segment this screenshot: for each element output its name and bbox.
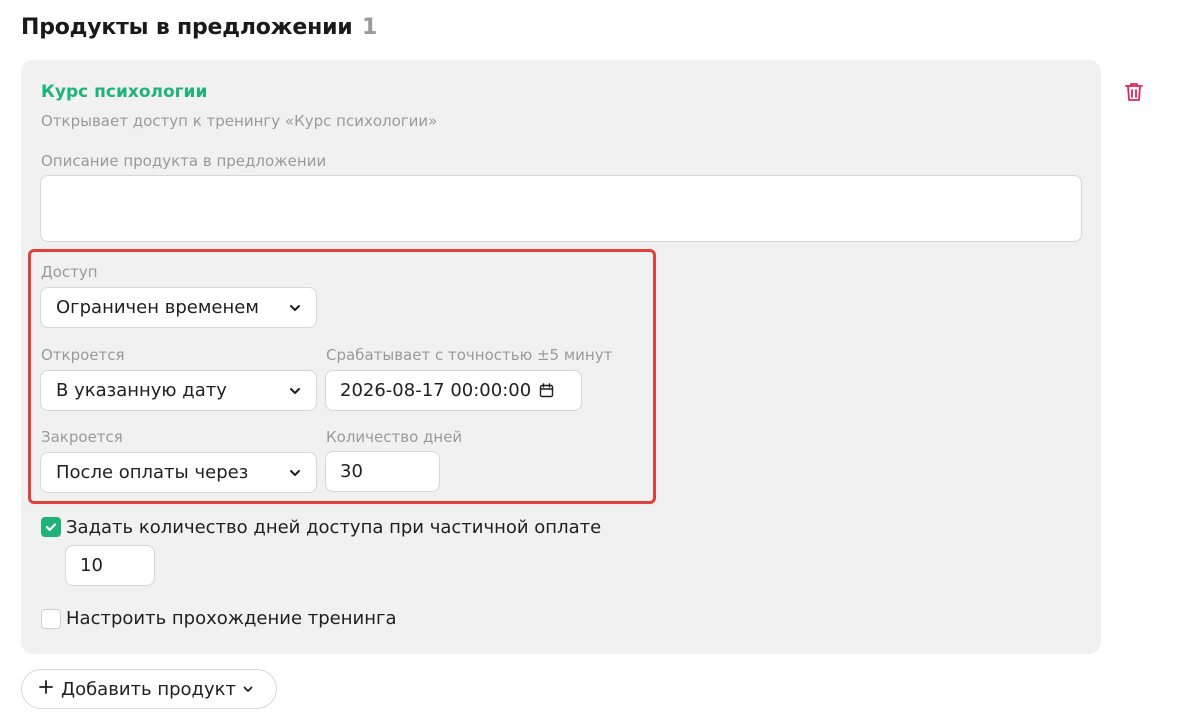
open-date-value: 2026-08-17 00:00:00: [340, 380, 532, 401]
days-label: Количество дней: [326, 428, 463, 446]
check-icon: [45, 523, 57, 531]
trash-icon: [1125, 83, 1143, 101]
product-count: 1: [361, 15, 378, 40]
training-settings-label[interactable]: Настроить прохождение тренинга: [66, 608, 396, 629]
opens-label: Откроется: [41, 346, 125, 364]
opens-select-value: В указанную дату: [56, 380, 227, 401]
closes-select[interactable]: После оплаты через: [40, 452, 317, 493]
partial-payment-label[interactable]: Задать количество дней доступа при части…: [66, 517, 601, 538]
product-name[interactable]: Курс психологии: [41, 82, 207, 102]
delete-product-button[interactable]: [1124, 81, 1144, 103]
plus-icon: [38, 678, 54, 700]
description-textarea[interactable]: [40, 175, 1082, 242]
section-title-text: Продукты в предложении: [21, 15, 353, 40]
access-select-value: Ограничен временем: [56, 297, 259, 318]
add-product-label: Добавить продукт: [61, 678, 236, 700]
chevron-down-icon: [288, 466, 302, 480]
access-label: Доступ: [41, 263, 98, 281]
chevron-down-icon: [242, 683, 254, 695]
description-label: Описание продукта в предложении: [41, 152, 327, 170]
days-count-input[interactable]: 30: [325, 451, 440, 492]
opens-select[interactable]: В указанную дату: [40, 370, 317, 411]
closes-select-value: После оплаты через: [56, 462, 249, 483]
partial-days-input[interactable]: 10: [65, 545, 155, 586]
section-title: Продукты в предложении 1: [21, 15, 377, 40]
partial-payment-checkbox[interactable]: [41, 517, 61, 537]
training-settings-checkbox[interactable]: [41, 609, 61, 629]
accuracy-label: Срабатывает с точностью ±5 минут: [326, 346, 613, 364]
days-count-value: 30: [340, 461, 363, 482]
access-select[interactable]: Ограничен временем: [40, 287, 317, 328]
partial-days-value: 10: [80, 555, 103, 576]
chevron-down-icon: [288, 301, 302, 315]
closes-label: Закроется: [41, 428, 123, 446]
add-product-button[interactable]: Добавить продукт: [21, 669, 277, 709]
calendar-icon[interactable]: [539, 383, 555, 399]
open-date-input[interactable]: 2026-08-17 00:00:00: [325, 370, 582, 411]
product-subtitle: Открывает доступ к тренингу «Курс психол…: [41, 112, 438, 130]
chevron-down-icon: [288, 384, 302, 398]
